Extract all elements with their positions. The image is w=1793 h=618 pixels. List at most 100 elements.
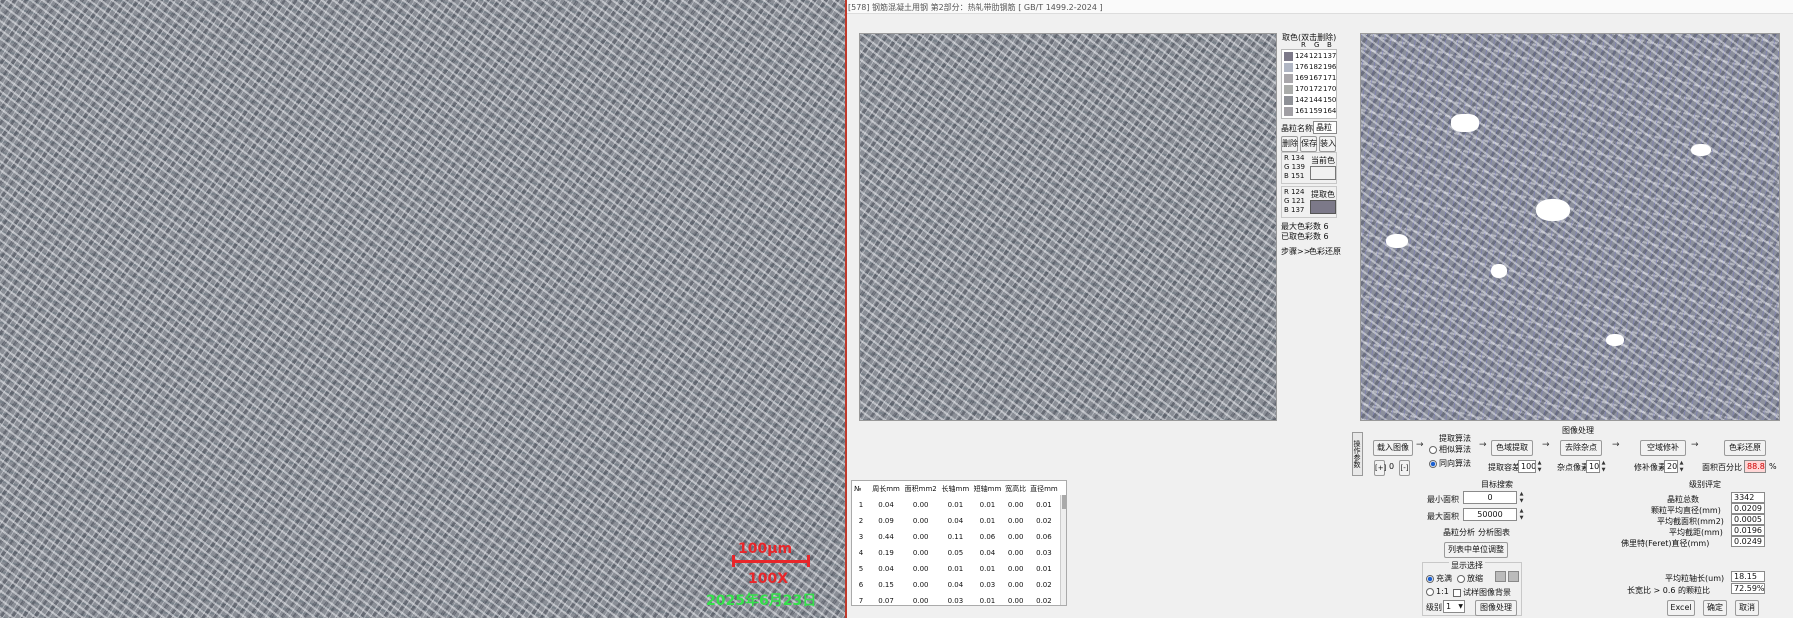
save-button[interactable]: 保存 [1300, 136, 1317, 152]
table-cell: 0.00 [1007, 597, 1024, 605]
color-swatch [1284, 96, 1293, 105]
rating-title: 级别评定 [1689, 480, 1721, 489]
excel-button[interactable]: Excel [1667, 600, 1695, 616]
table-cell: 5 [858, 565, 864, 573]
grain-analysis-button[interactable]: 晶粒分析 [1443, 526, 1475, 540]
table-row[interactable]: 3 0.44 0.00 0.11 0.06 0.00 0.06 [852, 529, 1060, 545]
max-area-label: 最大面积 [1427, 512, 1459, 521]
area-percent-label: 面积百分比 [1702, 463, 1742, 472]
column-header[interactable]: 周长mm [870, 481, 902, 497]
similar-algorithm-radio[interactable]: 相似算法 [1429, 444, 1471, 455]
unit-adjust-button[interactable]: 列表中单位调整 [1444, 542, 1508, 558]
avg-long-axis-label: 平均粒轴长(um) [1665, 574, 1725, 583]
noise-label: 杂点像素 [1557, 463, 1589, 472]
min-area-field[interactable]: 0 [1463, 491, 1517, 504]
grain-table[interactable]: № 周长mm 面积mm2 长轴mm 短轴mm 宽高比 直径mm 1 0.04 0.0… [851, 480, 1067, 606]
analysis-chart-button[interactable]: 分析图表 [1478, 526, 1510, 540]
fill-label: 充满 [1436, 574, 1452, 583]
target-search-title: 目标搜索 [1481, 480, 1513, 489]
palette-row[interactable]: 142 144 150 [1282, 95, 1338, 106]
palette-row[interactable]: 170 172 170 [1282, 84, 1338, 95]
rating-label: 颗粒平均直径(mm) [1651, 506, 1721, 515]
current-b: B 151 [1284, 172, 1305, 180]
current-r: R 134 [1284, 154, 1305, 162]
palette-row[interactable]: 169 167 171 [1282, 73, 1338, 84]
column-header[interactable]: 长轴mm [939, 481, 971, 497]
palette-g: 182 [1309, 63, 1323, 71]
scale-bar [732, 560, 810, 563]
column-header[interactable]: 短轴mm [971, 481, 1003, 497]
palette-row[interactable]: 176 182 196 [1282, 62, 1338, 73]
remove-noise-button[interactable]: 去除杂点 [1560, 440, 1602, 456]
fill-holes-button[interactable]: 空域修补 [1640, 440, 1686, 456]
test-bg-checkbox[interactable]: 试样图像背景 [1453, 587, 1511, 598]
restore-color-link[interactable]: 色彩还原 [1309, 246, 1341, 257]
arrow-icon: → [1416, 440, 1424, 450]
repair-stepper[interactable]: ▲ ▼ [1678, 460, 1685, 474]
zoom-minus-button[interactable]: [-] [1399, 460, 1410, 476]
color-restore-button[interactable]: 色彩还原 [1724, 440, 1766, 456]
processed-image [1360, 33, 1780, 421]
palette-list[interactable]: 124 121 137 176 182 196 169 167 171 170 … [1281, 49, 1337, 119]
table-cell: 0.00 [912, 565, 929, 573]
zoom-plus-button[interactable]: [+] [1374, 460, 1386, 476]
white-region [1451, 114, 1479, 132]
white-region [1536, 199, 1570, 221]
column-header[interactable]: 直径mm [1028, 481, 1060, 497]
column-header[interactable]: 宽高比 [1003, 481, 1027, 497]
table-cell: 2 [858, 517, 864, 525]
column-header[interactable]: 面积mm2 [902, 481, 939, 497]
palette-header-b: B [1327, 41, 1332, 49]
thumbnail-icon[interactable] [1495, 571, 1506, 582]
tolerance-stepper[interactable]: ▲ ▼ [1536, 460, 1543, 474]
step-back-link[interactable]: 步骤>> [1281, 246, 1310, 257]
arrow-icon: → [1691, 440, 1699, 450]
one-to-one-radio[interactable]: 1:1 [1426, 587, 1449, 596]
cancel-button[interactable]: 取消 [1735, 600, 1759, 616]
color-extract-button[interactable]: 色域提取 [1491, 440, 1533, 456]
palette-row[interactable]: 161 159 164 [1282, 106, 1338, 117]
arrow-icon: → [1612, 440, 1620, 450]
tolerance-field[interactable]: 100 [1518, 460, 1536, 473]
image-processing-button[interactable]: 图像处理 [1475, 600, 1517, 616]
scale-bar-tick-right [807, 555, 810, 567]
palette-b: 171 [1323, 74, 1337, 82]
min-area-stepper[interactable]: ▲ ▼ [1518, 491, 1525, 505]
load-button[interactable]: 装入 [1319, 136, 1336, 152]
table-row[interactable]: 5 0.04 0.00 0.01 0.01 0.00 0.01 [852, 561, 1060, 577]
table-row[interactable]: 4 0.19 0.00 0.05 0.04 0.00 0.03 [852, 545, 1060, 561]
palette-row[interactable]: 124 121 137 [1282, 51, 1338, 62]
arrow-icon: → [1479, 440, 1487, 450]
max-area-stepper[interactable]: ▲ ▼ [1518, 508, 1525, 522]
table-row[interactable]: 1 0.04 0.00 0.01 0.01 0.00 0.01 [852, 497, 1060, 513]
scrollbar-thumb[interactable] [1062, 495, 1066, 509]
level-select[interactable]: 1 ▼ [1443, 600, 1465, 613]
repair-field[interactable]: 20 [1664, 460, 1678, 473]
noise-stepper[interactable]: ▲ ▼ [1600, 460, 1607, 474]
delete-button[interactable]: 删除 [1281, 136, 1298, 152]
table-row[interactable]: 6 0.15 0.00 0.04 0.03 0.00 0.02 [852, 577, 1060, 593]
noise-field[interactable]: 10 [1586, 460, 1600, 473]
table-cell: 0.09 [878, 517, 894, 525]
zoom-value: 0 [1389, 462, 1395, 471]
thumbnail-icon[interactable] [1508, 571, 1519, 582]
white-region [1491, 264, 1507, 278]
column-header[interactable]: № [852, 481, 870, 497]
scale-radio[interactable]: 放缩 [1457, 573, 1483, 584]
grain-name-field[interactable]: 晶粒 [1313, 121, 1337, 134]
table-cell: 0.06 [979, 533, 996, 541]
table-scrollbar[interactable] [1060, 495, 1066, 605]
max-area-field[interactable]: 50000 [1463, 508, 1517, 521]
table-row[interactable]: 2 0.09 0.00 0.04 0.01 0.00 0.02 [852, 513, 1060, 529]
table-cell: 0.05 [947, 549, 964, 557]
neighbor-algorithm-radio[interactable]: 同向算法 [1429, 458, 1471, 469]
table-row[interactable]: 7 0.07 0.00 0.03 0.01 0.00 0.02 [852, 593, 1060, 605]
side-tab[interactable]: 操作参数 [1352, 432, 1363, 476]
table-cell: 0.01 [1036, 565, 1052, 573]
aspect-ratio-value: 72.59% [1731, 583, 1765, 594]
color-swatch [1284, 85, 1293, 94]
ok-button[interactable]: 确定 [1703, 600, 1727, 616]
table-cell: 0.01 [1036, 501, 1052, 509]
fill-radio[interactable]: 充满 [1426, 573, 1452, 584]
load-image-button[interactable]: 载入图像 [1373, 440, 1413, 456]
